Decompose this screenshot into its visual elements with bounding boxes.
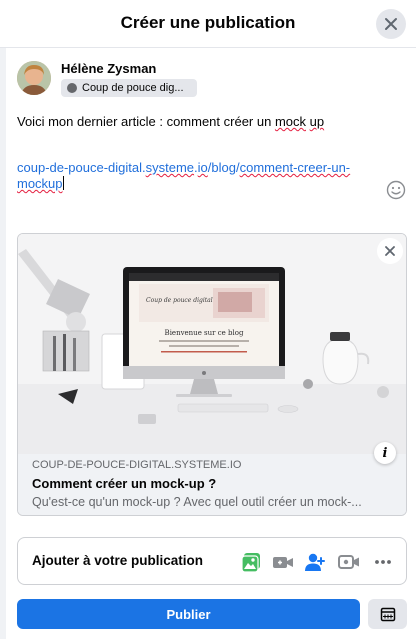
link-part: comment-creer-un- bbox=[239, 160, 351, 175]
post-text-part: up bbox=[309, 114, 325, 129]
preview-image[interactable]: Coup de pouce digital Bienvenue sur ce b… bbox=[18, 234, 406, 454]
info-button[interactable]: i bbox=[374, 442, 396, 464]
calendar-icon bbox=[380, 607, 395, 622]
dialog-title: Créer une publication bbox=[120, 13, 296, 32]
link-preview-card[interactable]: Coup de pouce digital Bienvenue sur ce b… bbox=[17, 233, 407, 516]
preview-description: Qu'est-ce qu'un mock-up ? Avec quel outi… bbox=[32, 495, 362, 509]
photo-video-icon bbox=[241, 553, 260, 573]
emoji-button[interactable] bbox=[386, 180, 406, 200]
tag-people-icon bbox=[305, 553, 325, 571]
link-part: io bbox=[197, 160, 208, 175]
dialog-header: Créer une publication bbox=[0, 0, 416, 48]
post-text[interactable]: Voici mon dernier article : comment crée… bbox=[17, 114, 357, 130]
video-camera-button[interactable] bbox=[272, 551, 294, 573]
avatar[interactable] bbox=[17, 61, 51, 95]
publish-button[interactable]: Publier bbox=[17, 599, 360, 629]
author-name[interactable]: Hélène Zysman bbox=[61, 61, 156, 76]
close-icon bbox=[385, 246, 395, 256]
link-part: /blog/ bbox=[207, 160, 240, 175]
text-cursor bbox=[62, 176, 64, 190]
audience-label: Coup de pouce dig... bbox=[82, 82, 184, 94]
smiley-icon bbox=[386, 180, 406, 200]
tag-people-button[interactable] bbox=[304, 551, 326, 573]
screen-header: Coup de pouce digital bbox=[146, 297, 213, 304]
schedule-button[interactable] bbox=[368, 599, 407, 629]
remove-preview-button[interactable] bbox=[377, 238, 403, 264]
live-video-icon bbox=[338, 555, 359, 569]
close-icon bbox=[385, 18, 397, 30]
post-text-part: mock bbox=[274, 114, 306, 129]
post-link[interactable]: coup-de-pouce-digital.systeme.io/blog/co… bbox=[17, 160, 367, 192]
more-options-button[interactable] bbox=[372, 551, 394, 573]
more-dots-icon bbox=[375, 560, 391, 564]
link-part: systeme bbox=[145, 160, 195, 175]
add-to-post-bar: Ajouter à votre publication bbox=[17, 537, 407, 585]
group-icon bbox=[67, 83, 77, 93]
preview-title: Comment créer un mock-up ? bbox=[32, 476, 217, 491]
post-text-part: Voici mon dernier article : comment crée… bbox=[17, 114, 275, 129]
preview-domain: COUP-DE-POUCE-DIGITAL.SYSTEME.IO bbox=[32, 459, 242, 471]
audience-selector[interactable]: Coup de pouce dig... bbox=[61, 79, 197, 97]
live-video-button[interactable] bbox=[338, 551, 360, 573]
preview-meta: COUP-DE-POUCE-DIGITAL.SYSTEME.IO Comment… bbox=[18, 454, 406, 515]
video-camera-icon bbox=[273, 557, 293, 568]
close-button[interactable] bbox=[376, 9, 406, 39]
add-to-post-label: Ajouter à votre publication bbox=[32, 553, 204, 568]
imac-desk-photo: Coup de pouce digital Bienvenue sur ce b… bbox=[18, 234, 406, 454]
photo-video-button[interactable] bbox=[240, 551, 262, 573]
screen-headline: Bienvenue sur ce blog bbox=[165, 329, 244, 337]
link-part: mockup bbox=[17, 176, 63, 191]
background-edge bbox=[0, 48, 6, 639]
link-part: coup-de-pouce-digital. bbox=[17, 160, 146, 175]
